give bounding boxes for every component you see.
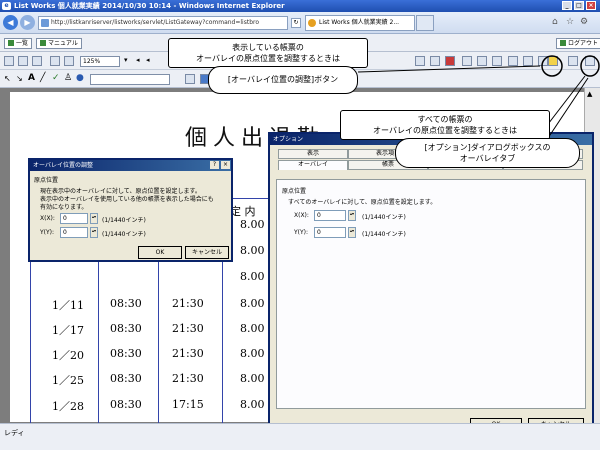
highlight-circle	[580, 55, 600, 77]
connector-line	[357, 65, 541, 73]
callout-right: すべての帳票の オーバレイの原点位置を調整するときは	[340, 110, 550, 140]
connector-line	[544, 75, 586, 129]
callout-options-tab: [オプション]ダイアログボックスの オーバレイタブ	[395, 138, 580, 168]
highlight-circle	[541, 55, 563, 77]
status-bar: レディ	[0, 423, 600, 450]
status-text: レディ	[4, 429, 25, 437]
callout-connectors	[357, 55, 600, 151]
